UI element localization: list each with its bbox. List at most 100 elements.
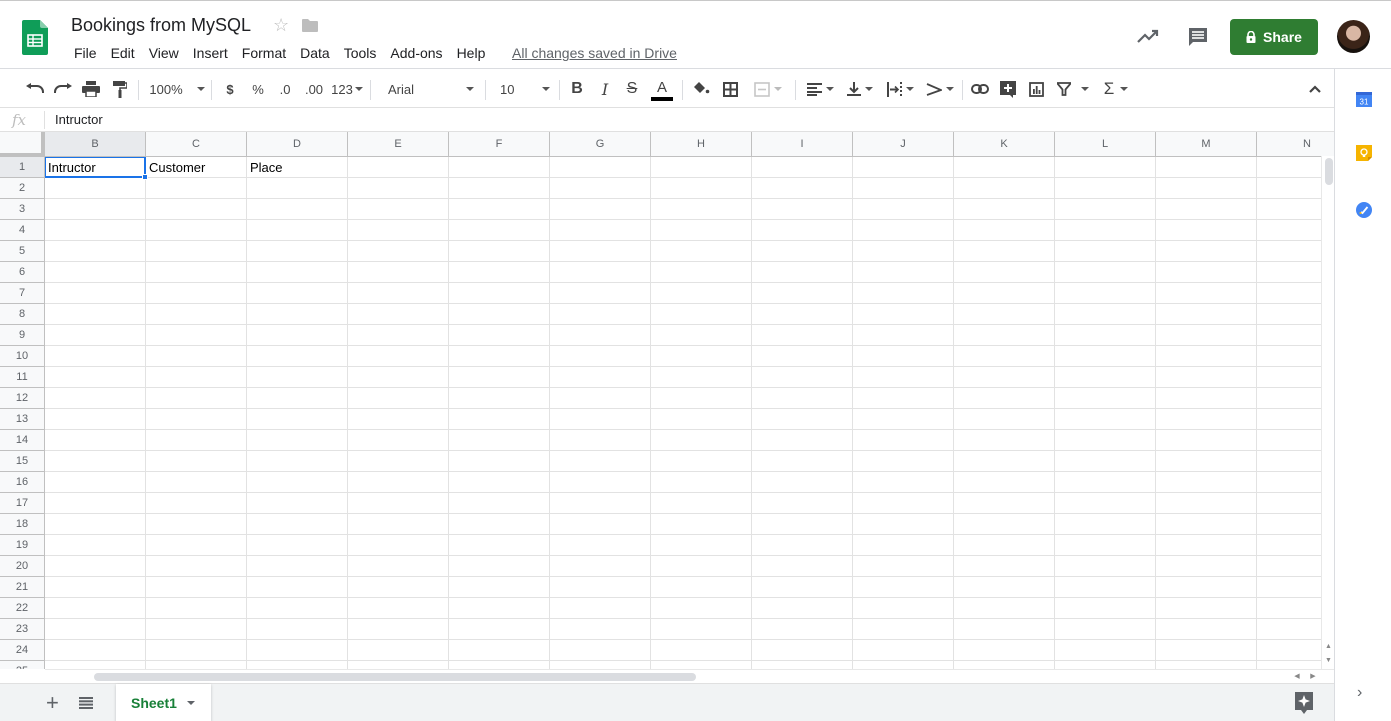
fill-color-button[interactable]	[689, 70, 713, 108]
column-header-d[interactable]: D	[247, 132, 348, 157]
all-sheets-list-icon[interactable]	[79, 697, 93, 709]
tasks-icon[interactable]	[1356, 202, 1372, 218]
menu-help[interactable]: Help	[452, 44, 491, 62]
row-header-24[interactable]: 24	[0, 640, 45, 661]
row-header-18[interactable]: 18	[0, 514, 45, 535]
save-status-link[interactable]: All changes saved in Drive	[512, 45, 677, 61]
column-header-g[interactable]: G	[550, 132, 651, 157]
column-header-k[interactable]: K	[954, 132, 1055, 157]
print-button[interactable]	[78, 70, 104, 108]
menu-format[interactable]: Format	[237, 44, 291, 62]
redo-button[interactable]	[50, 70, 76, 108]
insert-link-button[interactable]	[968, 70, 992, 108]
undo-button[interactable]	[22, 70, 48, 108]
text-rotation-button[interactable]	[922, 70, 958, 108]
folder-icon[interactable]	[302, 19, 318, 32]
scroll-left-arrow-icon[interactable]: ◀	[1290, 670, 1304, 683]
activity-trend-icon[interactable]	[1136, 26, 1160, 46]
more-formats-button[interactable]: 123	[330, 70, 364, 108]
bold-button[interactable]: B	[566, 70, 588, 108]
vertical-scrollbar[interactable]: ▲ ▼	[1321, 156, 1334, 669]
filter-button[interactable]	[1052, 70, 1094, 108]
row-header-23[interactable]: 23	[0, 619, 45, 640]
insert-chart-button[interactable]	[1024, 70, 1048, 108]
row-header-7[interactable]: 7	[0, 283, 45, 304]
cell-d1[interactable]: Place	[247, 157, 348, 178]
star-icon[interactable]: ☆	[273, 15, 289, 36]
column-header-c[interactable]: C	[146, 132, 247, 157]
row-header-10[interactable]: 10	[0, 346, 45, 367]
row-header-1[interactable]: 1	[0, 157, 45, 178]
column-header-b[interactable]: B	[45, 132, 146, 157]
column-header-n[interactable]: N	[1257, 132, 1334, 157]
sheets-logo-icon[interactable]	[22, 20, 48, 55]
row-header-6[interactable]: 6	[0, 262, 45, 283]
strikethrough-button[interactable]: S	[621, 70, 643, 108]
column-header-l[interactable]: L	[1055, 132, 1156, 157]
merge-cells-button[interactable]	[747, 70, 789, 108]
menu-tools[interactable]: Tools	[339, 44, 382, 62]
text-color-button[interactable]: A	[650, 70, 674, 108]
select-all-corner[interactable]	[0, 132, 45, 157]
chevron-right-icon[interactable]: ›	[1357, 684, 1362, 702]
menu-view[interactable]: View	[144, 44, 184, 62]
menu-edit[interactable]: Edit	[106, 44, 140, 62]
row-header-13[interactable]: 13	[0, 409, 45, 430]
user-avatar[interactable]	[1337, 20, 1370, 53]
column-header-i[interactable]: I	[752, 132, 853, 157]
share-button[interactable]: Share	[1230, 19, 1318, 55]
horizontal-align-button[interactable]	[802, 70, 838, 108]
row-header-12[interactable]: 12	[0, 388, 45, 409]
row-header-2[interactable]: 2	[0, 178, 45, 199]
functions-button[interactable]: Σ	[1098, 70, 1134, 108]
row-header-17[interactable]: 17	[0, 493, 45, 514]
horizontal-scroll-thumb[interactable]	[94, 673, 696, 681]
row-header-9[interactable]: 9	[0, 325, 45, 346]
comments-icon[interactable]	[1187, 26, 1209, 48]
row-header-16[interactable]: 16	[0, 472, 45, 493]
horizontal-scrollbar[interactable]: ◀ ▶	[45, 669, 1334, 683]
format-currency-button[interactable]: $	[219, 70, 241, 108]
document-title[interactable]: Bookings from MySQL	[71, 15, 251, 36]
menu-file[interactable]: File	[69, 44, 102, 62]
calendar-icon[interactable]: 31	[1356, 91, 1372, 107]
zoom-select[interactable]: 100%	[146, 70, 208, 108]
column-header-h[interactable]: H	[651, 132, 752, 157]
menu-insert[interactable]: Insert	[188, 44, 233, 62]
chevron-down-icon[interactable]	[186, 701, 195, 705]
cell-c1[interactable]: Customer	[146, 157, 247, 178]
column-header-f[interactable]: F	[449, 132, 550, 157]
cell-b1[interactable]: Intructor	[45, 157, 146, 178]
increase-decimal-button[interactable]: .00	[300, 70, 328, 108]
font-size-select[interactable]: 10	[492, 70, 556, 108]
add-sheet-button[interactable]: +	[46, 692, 59, 714]
column-header-j[interactable]: J	[853, 132, 954, 157]
scroll-right-arrow-icon[interactable]: ▶	[1306, 670, 1320, 683]
row-header-15[interactable]: 15	[0, 451, 45, 472]
row-header-11[interactable]: 11	[0, 367, 45, 388]
menu-data[interactable]: Data	[295, 44, 335, 62]
row-header-3[interactable]: 3	[0, 199, 45, 220]
italic-button[interactable]: I	[594, 70, 616, 108]
vertical-scroll-thumb[interactable]	[1325, 158, 1333, 185]
menu-addons[interactable]: Add-ons	[385, 44, 447, 62]
insert-comment-button[interactable]	[996, 70, 1020, 108]
text-wrapping-button[interactable]	[882, 70, 918, 108]
row-header-19[interactable]: 19	[0, 535, 45, 556]
row-header-25[interactable]: 25	[0, 661, 45, 669]
row-header-8[interactable]: 8	[0, 304, 45, 325]
column-header-m[interactable]: M	[1156, 132, 1257, 157]
decrease-decimal-button[interactable]: .0	[273, 70, 297, 108]
cells-area[interactable]: Intructor Customer Place	[44, 156, 1334, 669]
paint-format-button[interactable]	[107, 70, 133, 108]
row-header-5[interactable]: 5	[0, 241, 45, 262]
borders-button[interactable]	[718, 70, 742, 108]
vertical-align-button[interactable]	[842, 70, 878, 108]
row-header-22[interactable]: 22	[0, 598, 45, 619]
format-percent-button[interactable]: %	[247, 70, 269, 108]
sheet-tab-sheet1[interactable]: Sheet1	[116, 684, 211, 721]
row-header-21[interactable]: 21	[0, 577, 45, 598]
row-header-20[interactable]: 20	[0, 556, 45, 577]
row-header-4[interactable]: 4	[0, 220, 45, 241]
explore-icon[interactable]	[1295, 692, 1313, 714]
